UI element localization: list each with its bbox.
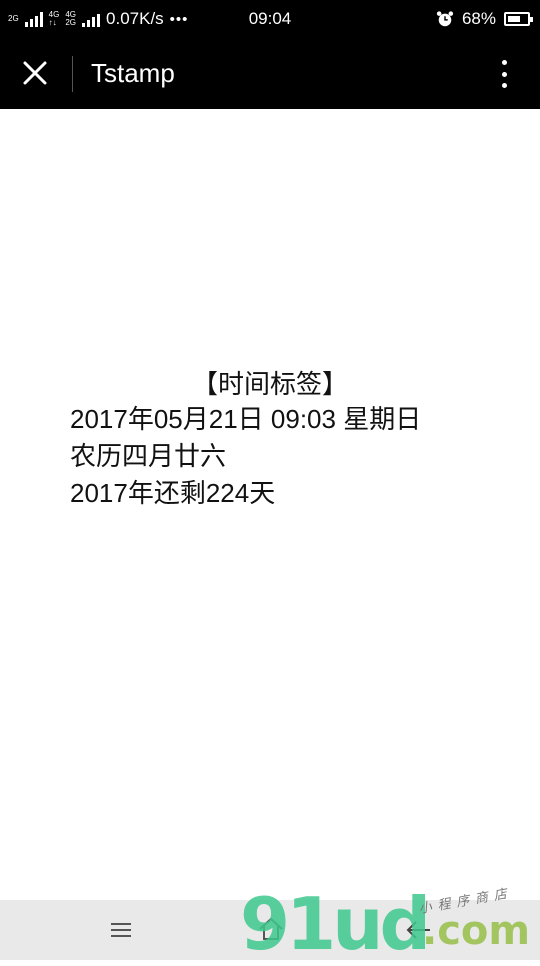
watermark-logo: 91ud 小程序商店 .com	[240, 882, 540, 966]
close-icon	[23, 61, 47, 85]
stamp-lunar-date: 农历四月廿六	[70, 441, 227, 471]
more-vertical-icon-dot	[501, 71, 507, 77]
status-right: 68%	[436, 0, 533, 38]
close-button[interactable]	[18, 58, 54, 90]
more-vertical-icon-dot	[501, 60, 507, 65]
nav-divider	[72, 56, 73, 92]
stamp-days-remaining: 2017年还剩224天	[70, 478, 276, 508]
page-title: Tstamp	[91, 58, 175, 88]
stamp-datetime: 2017年05月21日 09:03 星期日	[70, 404, 422, 434]
alarm-icon	[436, 11, 454, 27]
status-bar: 2G 4G ↑↓ 4G 2G 0.07K/s ••• 09:04 68%	[0, 0, 540, 38]
watermark-brand: 91ud	[240, 882, 431, 966]
more-options-button[interactable]	[488, 56, 520, 92]
navigation-bar: Tstamp	[0, 38, 540, 109]
menu-icon[interactable]	[108, 920, 134, 940]
battery-level-fill	[508, 16, 520, 22]
stamp-details: 2017年05月21日 09:03 星期日 农历四月廿六 2017年还剩224天	[70, 401, 421, 512]
watermark-domain: .com	[422, 908, 531, 954]
battery-percentage: 68%	[461, 9, 496, 28]
battery-icon	[504, 12, 533, 26]
more-vertical-icon-dot	[501, 83, 507, 88]
stamp-title: 【时间标签】	[191, 369, 348, 399]
main-content: 【时间标签】 2017年05月21日 09:03 星期日 农历四月廿六 2017…	[0, 109, 540, 900]
